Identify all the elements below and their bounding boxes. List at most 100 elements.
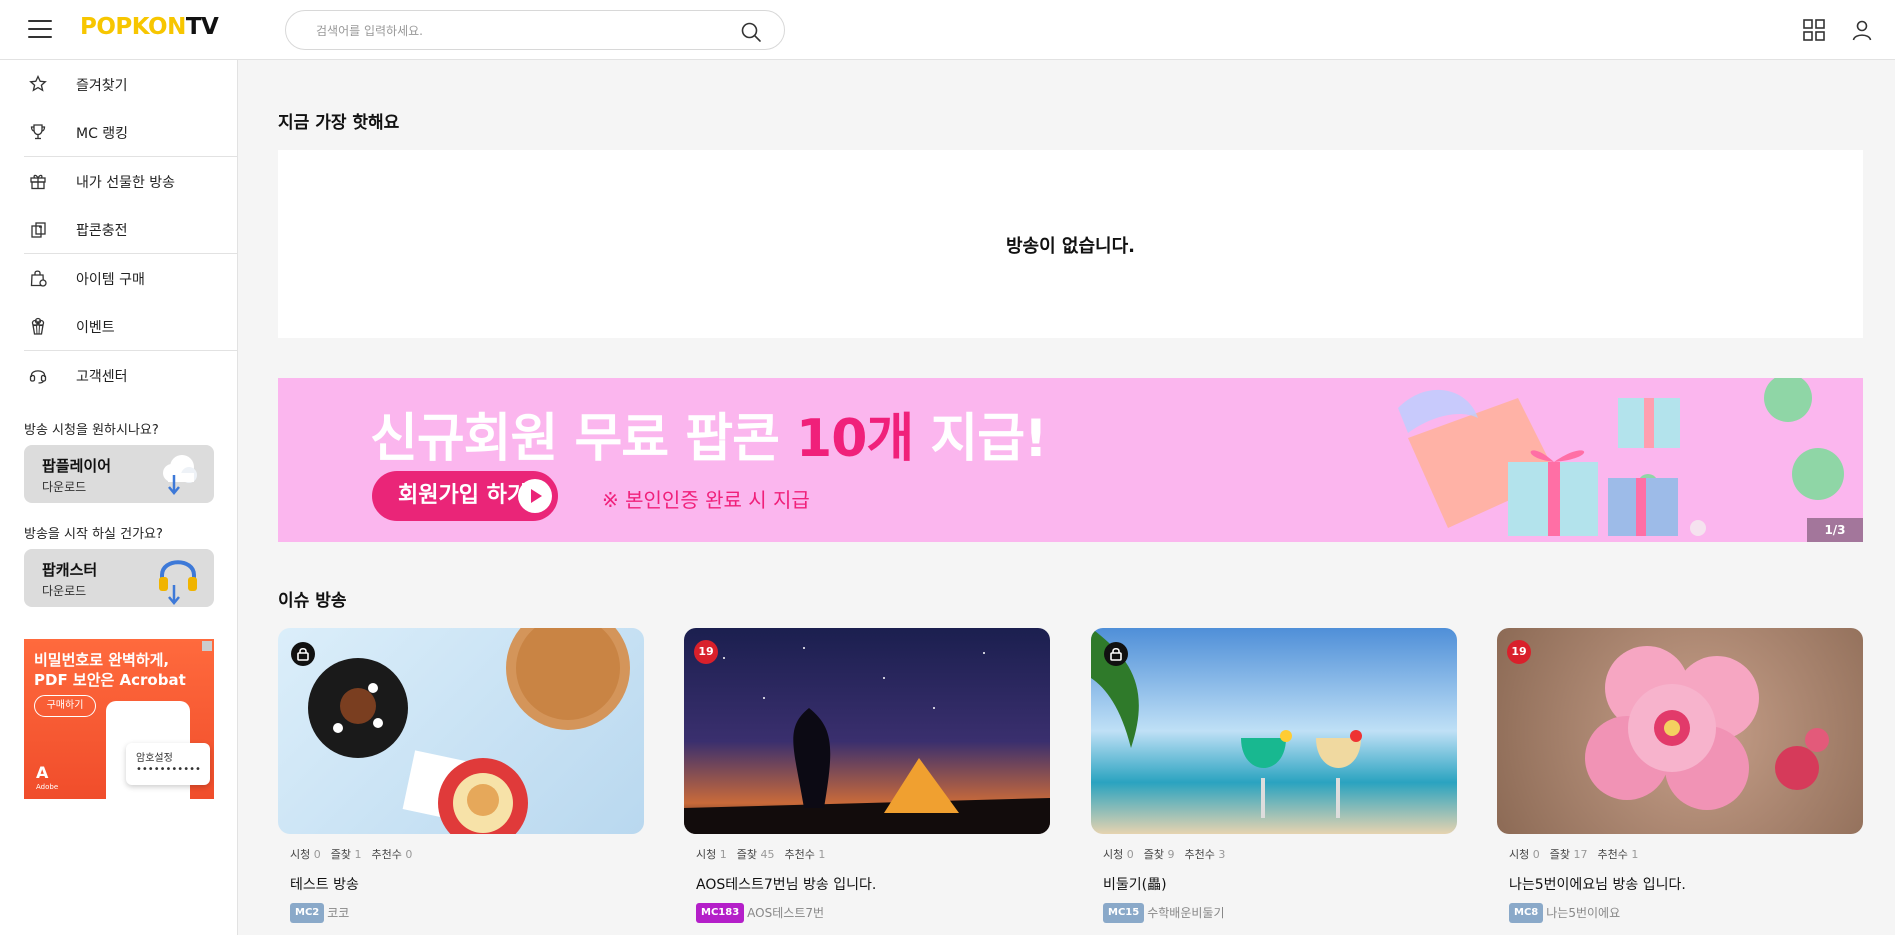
ad-choices-icon[interactable] xyxy=(202,641,212,651)
logo[interactable]: POPKONTV xyxy=(80,14,219,40)
broadcast-title[interactable]: 비둘기(畾) xyxy=(1103,874,1457,893)
grid-icon[interactable] xyxy=(1802,18,1826,42)
download-sub: 다운로드 xyxy=(42,480,87,494)
banner-headline-highlight: 10개 xyxy=(796,409,914,469)
age-19-badge: 19 xyxy=(694,640,718,664)
hamburger-icon[interactable] xyxy=(28,20,52,38)
broadcast-card[interactable]: 시청 0 즐찾 1 추천수 0 테스트 방송 MC2 코코 xyxy=(278,628,644,923)
banner-page-counter[interactable]: 1/3 xyxy=(1807,518,1863,542)
sidebar-group-2: 내가 선물한 방송 팝콘충전 xyxy=(24,157,237,254)
broadcast-stats: 시청 0 즐찾 17 추천수 1 xyxy=(1509,846,1863,862)
sidebar-item-gifted-broadcasts[interactable]: 내가 선물한 방송 xyxy=(24,157,237,205)
gift-boxes-illustration xyxy=(1398,378,1844,536)
broadcast-stats: 시청 1 즐찾 45 추천수 1 xyxy=(696,846,1050,862)
view-count: 0 xyxy=(1532,848,1540,861)
broadcast-card[interactable]: 19 시청 1 즐찾 45 추천수 1 AOS테스트7번님 방송 입니다. MC18… xyxy=(684,628,1050,923)
beach-cocktail-image xyxy=(1091,628,1362,818)
trophy-icon xyxy=(30,124,46,140)
broadcaster-name: 나는5번이에요 xyxy=(1546,906,1621,920)
fav-count: 1 xyxy=(354,848,362,861)
popplayer-download-button[interactable]: 팝플레이어 다운로드 xyxy=(24,445,214,503)
view-label: 시청 xyxy=(1509,848,1530,861)
rec-label: 추천수 xyxy=(371,848,402,861)
fav-count: 17 xyxy=(1573,848,1588,861)
logo-text-popkon: POPKON xyxy=(80,14,186,40)
logo-text-tv: TV xyxy=(185,14,219,40)
broadcast-title[interactable]: AOS테스트7번님 방송 입니다. xyxy=(696,874,1050,893)
download-title: 팝캐스터 xyxy=(42,561,98,579)
broadcaster-name: 수학배운비둘기 xyxy=(1147,906,1225,920)
empty-message: 방송이 없습니다. xyxy=(1005,236,1136,257)
hot-section-title: 지금 가장 핫해요 xyxy=(278,113,400,133)
fav-count: 9 xyxy=(1167,848,1175,861)
rec-label: 추천수 xyxy=(1597,848,1628,861)
sidebar-item-label: 내가 선물한 방송 xyxy=(76,175,176,191)
lock-icon xyxy=(291,642,315,666)
ad-password-popup: 암호설정 ••••••••••• xyxy=(126,743,210,785)
broadcast-card[interactable]: 19 시청 0 즐찾 17 추천수 1 나는5번이에요님 방송 입니다. MC8 나는… xyxy=(1497,628,1863,923)
play-arrow-icon xyxy=(518,479,552,513)
broadcast-title[interactable]: 테스트 방송 xyxy=(290,874,644,893)
sidebar-item-popcorn-charge[interactable]: 팝콘충전 xyxy=(24,205,237,253)
watch-question: 방송 시청을 원하시나요? xyxy=(24,423,159,438)
broadcast-card[interactable]: 시청 0 즐찾 9 추천수 3 비둘기(畾) MC15 수학배운비둘기 xyxy=(1091,628,1457,923)
popcaster-download-button[interactable]: 팝캐스터 다운로드 xyxy=(24,549,214,607)
signup-promo-banner[interactable]: 신규회원 무료 팝콘 10개 지급! 회원가입 하기 ※ 본인인증 완료 시 지… xyxy=(278,378,1863,542)
view-count: 0 xyxy=(1126,848,1134,861)
mc-level-badge: MC15 xyxy=(1103,902,1145,923)
gift-icon xyxy=(30,174,46,190)
rec-label: 추천수 xyxy=(1184,848,1215,861)
sidebar-item-mc-ranking[interactable]: MC 랭킹 xyxy=(24,108,237,156)
broadcaster-info[interactable]: MC183 AOS테스트7번 xyxy=(696,902,1050,923)
ad-buy-button[interactable]: 구매하기 xyxy=(34,695,96,717)
rec-count: 0 xyxy=(405,848,413,861)
popcorn-icon xyxy=(31,317,45,335)
hot-broadcast-empty: 방송이 없습니다. xyxy=(278,150,1863,338)
rec-count: 1 xyxy=(1631,848,1639,861)
sidebar-item-item-purchase[interactable]: 아이템 구매 xyxy=(24,254,237,302)
signup-button[interactable]: 회원가입 하기 xyxy=(372,471,558,521)
broadcast-title[interactable]: 나는5번이에요님 방송 입니다. xyxy=(1509,874,1863,893)
signup-button-label: 회원가입 하기 xyxy=(398,483,528,508)
download-title: 팝플레이어 xyxy=(42,457,112,475)
sidebar-item-label: 이벤트 xyxy=(76,320,115,336)
sidebar-group-1: 즐겨찾기 MC 랭킹 xyxy=(24,60,237,157)
shopping-bag-icon xyxy=(30,270,47,287)
banner-headline-post: 지급! xyxy=(913,409,1047,469)
popcorn-charge-icon xyxy=(31,222,46,238)
view-label: 시청 xyxy=(696,848,717,861)
banner-headline: 신규회원 무료 팝콘 10개 지급! xyxy=(370,396,1048,471)
sidebar-item-favorites[interactable]: 즐겨찾기 xyxy=(24,60,237,108)
night-camp-image xyxy=(684,647,1050,834)
ad-popup-label: 암호설정 xyxy=(136,753,173,764)
ad-line-1: 비밀번호로 완벽하게, xyxy=(34,651,170,669)
sidebar-group-3: 아이템 구매 이벤트 xyxy=(24,254,237,351)
broadcaster-name: 코코 xyxy=(327,906,350,920)
view-count: 1 xyxy=(719,848,727,861)
rec-label: 추천수 xyxy=(784,848,815,861)
star-icon xyxy=(29,74,47,92)
sidebar-item-customer-center[interactable]: 고객센터 xyxy=(24,351,237,399)
headset-icon xyxy=(29,370,47,384)
search-input[interactable] xyxy=(316,21,716,41)
mc-level-badge: MC2 xyxy=(290,902,325,923)
broadcast-thumbnail[interactable] xyxy=(278,628,644,834)
broadcaster-info[interactable]: MC8 나는5번이에요 xyxy=(1509,902,1863,923)
user-icon[interactable] xyxy=(1850,18,1874,42)
acrobat-ad[interactable]: 비밀번호로 완벽하게, PDF 보안은 Acrobat 구매하기 암호설정 •••… xyxy=(24,639,214,799)
search-icon[interactable] xyxy=(740,21,762,43)
issue-section-title: 이슈 방송 xyxy=(278,591,347,611)
broadcast-thumbnail[interactable]: 19 xyxy=(684,628,1050,834)
start-question: 방송을 시작 하실 건가요? xyxy=(24,527,163,542)
fav-count: 45 xyxy=(760,848,775,861)
view-count: 0 xyxy=(313,848,321,861)
dessert-image xyxy=(308,628,630,834)
broadcast-thumbnail[interactable] xyxy=(1091,628,1457,834)
broadcaster-info[interactable]: MC15 수학배운비둘기 xyxy=(1103,902,1457,923)
sidebar-item-label: 아이템 구매 xyxy=(76,272,145,288)
fav-label: 즐찾 xyxy=(1549,848,1570,861)
broadcaster-info[interactable]: MC2 코코 xyxy=(290,902,644,923)
sidebar-item-event[interactable]: 이벤트 xyxy=(24,302,237,350)
broadcast-thumbnail[interactable]: 19 xyxy=(1497,628,1863,834)
sidebar-item-label: 팝콘충전 xyxy=(76,223,128,239)
